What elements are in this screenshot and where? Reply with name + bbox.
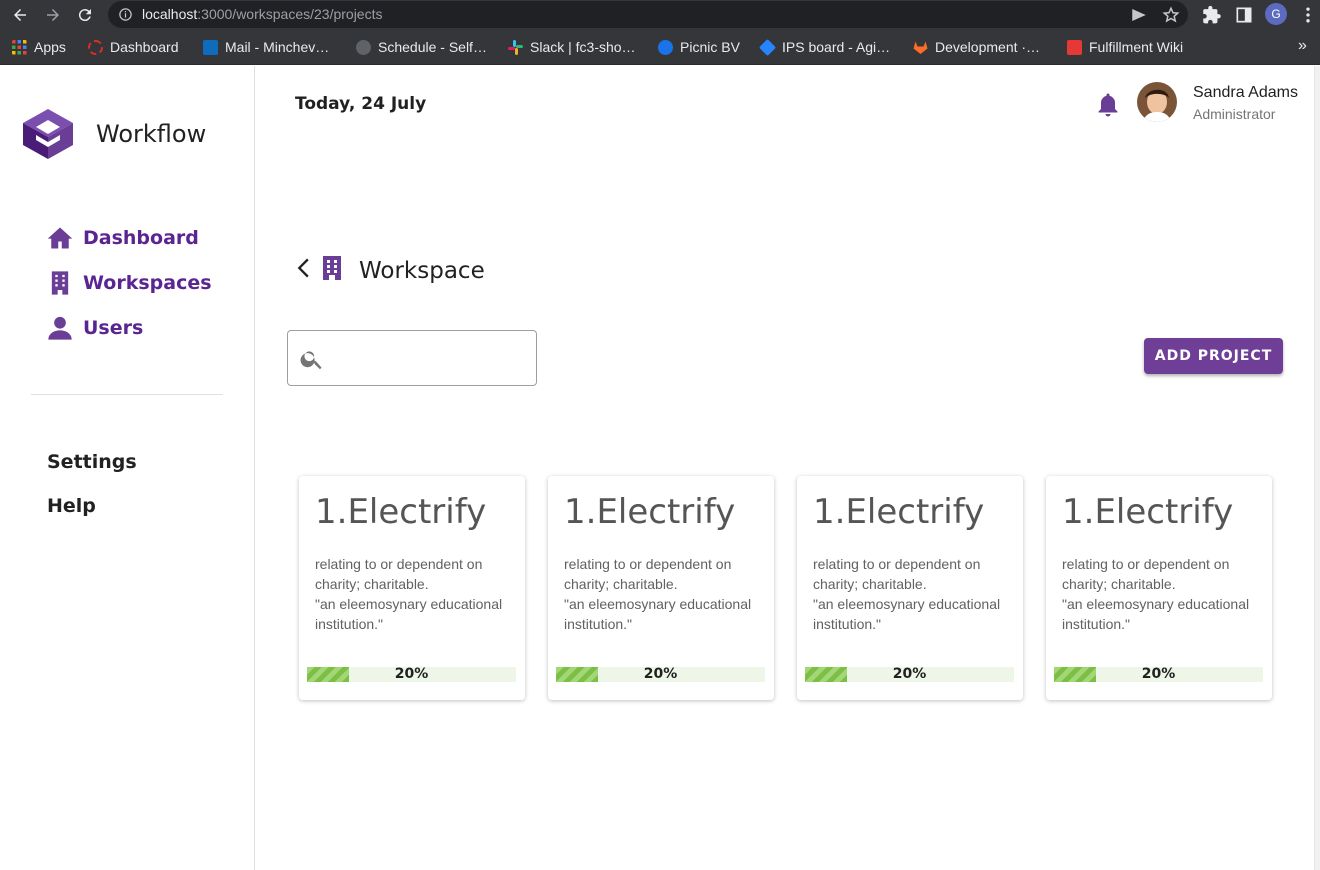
sidebar: Workflow Dashboard Workspaces Users Sett… bbox=[0, 66, 255, 870]
progress-label: 20% bbox=[394, 666, 429, 682]
project-progress-bar: 20% bbox=[556, 666, 765, 682]
profile-avatar[interactable]: G bbox=[1265, 3, 1287, 25]
outlook-icon bbox=[203, 39, 218, 55]
wiki-icon bbox=[1067, 39, 1082, 55]
bookmark-slack[interactable]: Slack | fc3-sho… bbox=[508, 38, 636, 56]
progress-label: 20% bbox=[892, 666, 927, 682]
bookmark-label: Schedule - Self… bbox=[378, 39, 487, 55]
sidebar-item-dashboard[interactable]: Dashboard bbox=[46, 224, 199, 252]
back-arrow-icon[interactable] bbox=[8, 3, 32, 27]
project-title: 1.Electrify bbox=[564, 492, 736, 532]
sidebar-item-workspaces[interactable]: Workspaces bbox=[46, 269, 212, 297]
project-description: relating to or dependent on charity; cha… bbox=[813, 556, 1001, 632]
more-vert-icon[interactable] bbox=[1298, 5, 1318, 25]
progress-label: 20% bbox=[1141, 666, 1176, 682]
sidebar-item-help[interactable]: Help bbox=[47, 495, 96, 517]
bookmark-label: Apps bbox=[34, 39, 66, 55]
user-icon bbox=[48, 316, 72, 340]
home-icon bbox=[47, 227, 73, 249]
url-text: localhost:3000/workspaces/23/projects bbox=[142, 6, 383, 22]
chevron-left-icon[interactable] bbox=[294, 256, 316, 280]
bookmark-schedule[interactable]: Schedule - Self… bbox=[356, 38, 487, 56]
bookmark-label: Slack | fc3-sho… bbox=[530, 39, 636, 55]
add-project-button[interactable]: ADD PROJECT bbox=[1144, 338, 1283, 374]
project-title: 1.Electrify bbox=[813, 492, 985, 532]
slack-icon bbox=[508, 39, 523, 55]
bell-icon[interactable] bbox=[1096, 91, 1120, 117]
forward-arrow-icon[interactable] bbox=[41, 3, 65, 27]
bookmark-picnic[interactable]: Picnic BV bbox=[658, 38, 740, 56]
project-description: relating to or dependent on charity; cha… bbox=[315, 556, 503, 632]
sidebar-item-label: Users bbox=[83, 317, 144, 339]
user-role: Administrator bbox=[1193, 106, 1276, 122]
side-panel-icon[interactable] bbox=[1234, 5, 1254, 25]
project-description: relating to or dependent on charity; cha… bbox=[1062, 556, 1250, 632]
sidebar-item-users[interactable]: Users bbox=[46, 314, 143, 342]
bookmark-label: Fulfillment Wiki bbox=[1089, 39, 1184, 55]
picnic-icon bbox=[658, 39, 673, 55]
page-date: Today, 24 July bbox=[295, 94, 427, 114]
reload-icon[interactable] bbox=[73, 3, 97, 27]
project-card[interactable]: 1.Electrify relating to or dependent on … bbox=[797, 476, 1023, 700]
project-card[interactable]: 1.Electrify relating to or dependent on … bbox=[299, 476, 525, 700]
sidebar-item-label: Workspaces bbox=[83, 272, 212, 294]
bookmark-fulfillment-wiki[interactable]: Fulfillment Wiki bbox=[1067, 38, 1183, 56]
sidebar-divider bbox=[31, 394, 223, 395]
dashboard-favicon-icon bbox=[88, 39, 103, 55]
project-card[interactable]: 1.Electrify relating to or dependent on … bbox=[548, 476, 774, 700]
info-icon[interactable] bbox=[118, 7, 133, 22]
bookmark-label: Picnic BV bbox=[680, 39, 740, 55]
project-progress-bar: 20% bbox=[805, 666, 1014, 682]
search-input[interactable] bbox=[336, 343, 526, 373]
apps-grid-icon bbox=[12, 39, 27, 54]
project-progress-bar: 20% bbox=[307, 666, 516, 682]
brand-name[interactable]: Workflow bbox=[96, 120, 206, 148]
bookmark-label: IPS board - Agi… bbox=[782, 39, 891, 55]
bookmark-apps[interactable]: Apps bbox=[12, 38, 66, 56]
page-title: Workspace bbox=[359, 258, 485, 284]
bookmark-development[interactable]: Development ·… bbox=[913, 38, 1040, 56]
bookmark-label: Dashboard bbox=[110, 39, 179, 55]
scrollbar[interactable] bbox=[1314, 66, 1320, 870]
workflow-logo-icon[interactable] bbox=[20, 106, 76, 162]
project-title: 1.Electrify bbox=[315, 492, 487, 532]
project-card[interactable]: 1.Electrify relating to or dependent on … bbox=[1046, 476, 1272, 700]
project-title: 1.Electrify bbox=[1062, 492, 1234, 532]
user-name[interactable]: Sandra Adams bbox=[1193, 84, 1298, 102]
jira-icon bbox=[759, 38, 776, 56]
bookmark-ips-board[interactable]: IPS board - Agi… bbox=[759, 38, 891, 56]
sidebar-item-settings[interactable]: Settings bbox=[47, 451, 137, 473]
bookmark-mail[interactable]: Mail - Minchev… bbox=[203, 38, 329, 56]
star-icon[interactable] bbox=[1162, 6, 1180, 24]
globe-icon bbox=[356, 39, 371, 55]
browser-toolbar: localhost:3000/workspaces/23/projects G bbox=[0, 0, 1320, 30]
bookmark-dashboard[interactable]: Dashboard bbox=[88, 38, 179, 56]
extensions-icon[interactable] bbox=[1202, 5, 1222, 25]
app-root: Workflow Dashboard Workspaces Users Sett… bbox=[0, 66, 1320, 870]
bookmark-label: Development ·… bbox=[935, 39, 1041, 55]
bookmarks-bar: Apps Dashboard Mail - Minchev… Schedule … bbox=[0, 30, 1320, 65]
progress-label: 20% bbox=[643, 666, 678, 682]
building-icon bbox=[323, 256, 341, 280]
send-tab-icon[interactable] bbox=[1130, 6, 1148, 24]
project-progress-bar: 20% bbox=[1054, 666, 1263, 682]
project-description: relating to or dependent on charity; cha… bbox=[564, 556, 752, 632]
gitlab-icon bbox=[913, 41, 928, 54]
address-bar[interactable]: localhost:3000/workspaces/23/projects bbox=[108, 1, 1188, 28]
search-field[interactable] bbox=[287, 330, 537, 386]
sidebar-item-label: Dashboard bbox=[83, 227, 199, 249]
search-icon bbox=[300, 351, 322, 370]
chevron-double-right-icon[interactable]: » bbox=[1298, 37, 1307, 55]
bookmark-label: Mail - Minchev… bbox=[225, 39, 330, 55]
avatar[interactable] bbox=[1137, 82, 1177, 122]
building-icon bbox=[51, 271, 69, 295]
